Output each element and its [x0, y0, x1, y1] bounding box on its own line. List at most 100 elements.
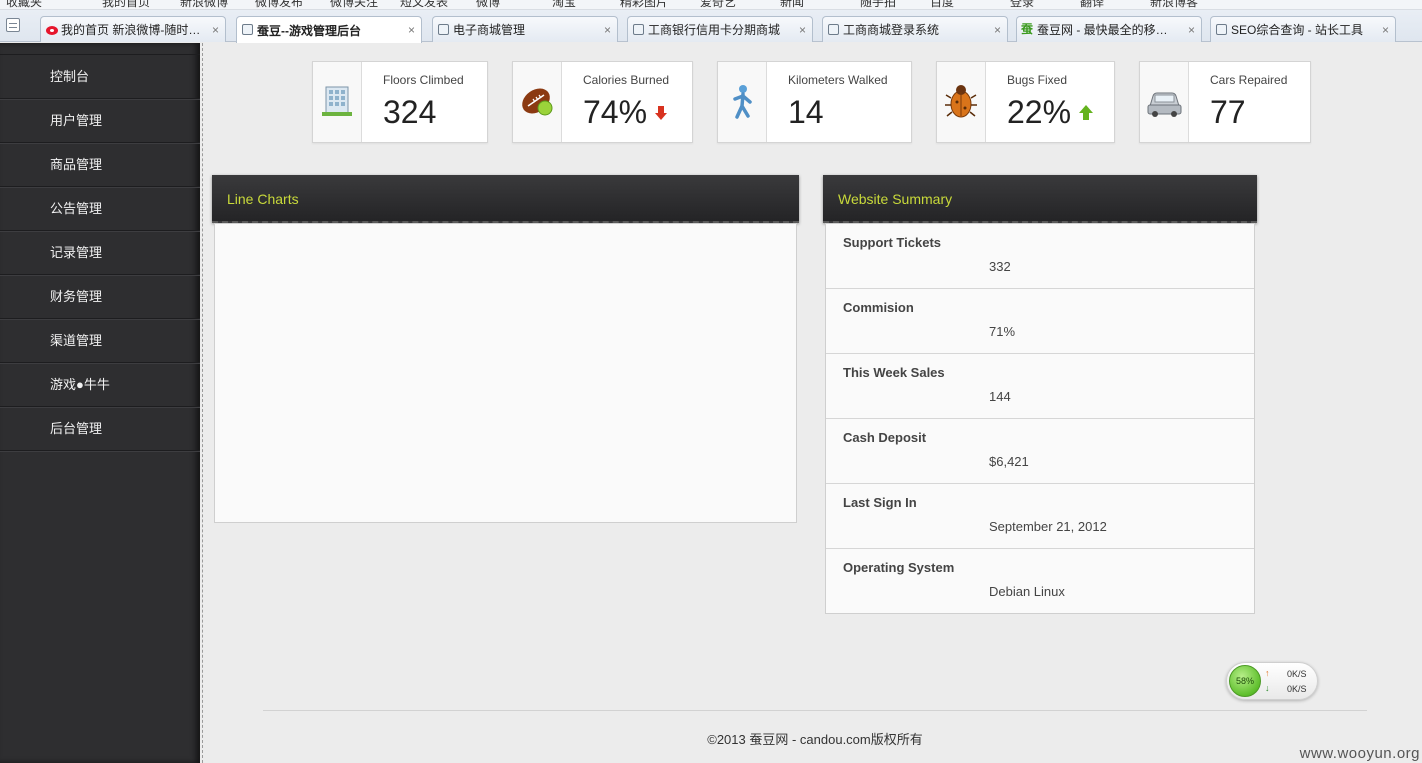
- stat-value: 324: [383, 94, 437, 130]
- sidebar-item-channels[interactable]: 渠道管理: [0, 319, 200, 363]
- tab-label: 工商商城登录系统: [843, 23, 940, 37]
- stat-box-cars: Cars Repaired 77: [1139, 61, 1311, 143]
- sidebar-item-game-niuniu[interactable]: 游戏●牛牛: [0, 363, 200, 407]
- page-icon: [242, 24, 253, 35]
- bookmark-item[interactable]: 我的首页: [102, 0, 150, 9]
- line-chart-area: [214, 223, 797, 523]
- bookmark-item[interactable]: 爱奇艺: [700, 0, 736, 9]
- sidebar-header: [0, 43, 200, 55]
- bookmark-item[interactable]: 随手拍: [860, 0, 896, 9]
- summary-value: September 21, 2012: [989, 519, 1107, 534]
- car-icon: [1147, 92, 1182, 117]
- stat-value: 22%: [1007, 94, 1072, 130]
- sidebar-item-records[interactable]: 记录管理: [0, 231, 200, 275]
- sidebar-item-products[interactable]: 商品管理: [0, 143, 200, 187]
- browser-tab[interactable]: 工商银行信用卡分期商城 ×: [627, 16, 813, 42]
- summary-value: 144: [989, 389, 1011, 404]
- bookmark-item[interactable]: 新浪博客: [1150, 0, 1198, 9]
- stat-box-floors: Floors Climbed 324: [312, 61, 488, 143]
- bookmark-item[interactable]: 百度: [930, 0, 954, 9]
- page-menu-icon[interactable]: [6, 18, 20, 32]
- browser-tab-active[interactable]: 蚕豆--游戏管理后台 ×: [236, 16, 422, 43]
- sidebar-item-users[interactable]: 用户管理: [0, 99, 200, 143]
- summary-label: This Week Sales: [843, 365, 945, 380]
- browser-tab[interactable]: 工商商城登录系统 ×: [822, 16, 1008, 42]
- website-summary-body: Support Tickets 332 Commision 71% This W…: [825, 223, 1255, 614]
- close-icon[interactable]: ×: [994, 23, 1001, 37]
- sidebar: 控制台 用户管理 商品管理 公告管理 记录管理 财务管理 渠道管理 游戏●牛牛 …: [0, 43, 200, 763]
- bookmark-item[interactable]: 微博: [476, 0, 500, 9]
- walker-icon: [733, 85, 752, 119]
- summary-label: Support Tickets: [843, 235, 942, 250]
- browser-tab[interactable]: 电子商城管理 ×: [432, 16, 618, 42]
- stat-box-kilometers: Kilometers Walked 14: [717, 61, 912, 143]
- stat-label: Floors Climbed: [383, 73, 464, 87]
- footer-divider: [263, 710, 1367, 711]
- tab-label: 蚕豆网 - 最快最全的移…: [1037, 23, 1168, 37]
- summary-value: 71%: [989, 324, 1016, 339]
- bookmark-item[interactable]: 翻译: [1080, 0, 1104, 9]
- upload-arrow-icon: ↑: [1265, 668, 1270, 678]
- summary-row: This Week Sales 144: [826, 354, 1254, 419]
- summary-row: Support Tickets 332: [826, 224, 1254, 289]
- sidebar-item-admin[interactable]: 后台管理: [0, 407, 200, 451]
- summary-row: Last Sign In September 21, 2012: [826, 484, 1254, 549]
- sidebar-item-finance[interactable]: 财务管理: [0, 275, 200, 319]
- bookmark-item[interactable]: 微博关注: [330, 0, 378, 9]
- close-icon[interactable]: ×: [799, 23, 806, 37]
- candou-icon: 蚕: [1021, 22, 1034, 36]
- tab-label: 电子商城管理: [453, 23, 526, 37]
- bug-icon: [945, 85, 977, 118]
- summary-value: 332: [989, 259, 1011, 274]
- footer-copyright: ©2013 蚕豆网 - candou.com版权所有: [707, 732, 923, 747]
- stat-label: Calories Burned: [583, 73, 670, 87]
- line-charts-header: Line Charts: [212, 175, 799, 223]
- page-icon: [1216, 24, 1227, 35]
- bookmark-item[interactable]: 登录: [1010, 0, 1034, 9]
- close-icon[interactable]: ×: [212, 23, 219, 37]
- close-icon[interactable]: ×: [604, 23, 611, 37]
- stat-value: 77: [1210, 94, 1246, 130]
- website-summary-header: Website Summary: [823, 175, 1257, 223]
- bookmarks-bar: 收藏夹 我的首页 新浪微博 微博发布 微博关注 短文发表 微博 淘宝 精彩图片 …: [0, 0, 1422, 10]
- panel-title: Website Summary: [838, 191, 953, 207]
- upload-rate: 0K/S: [1287, 669, 1307, 679]
- trend-down-icon: [655, 106, 667, 120]
- sidebar-item-announcements[interactable]: 公告管理: [0, 187, 200, 231]
- summary-row: Cash Deposit $6,421: [826, 419, 1254, 484]
- close-icon[interactable]: ×: [1188, 23, 1195, 37]
- summary-value: $6,421: [989, 454, 1029, 469]
- tab-label: 我的首页 新浪微博-随时…: [61, 23, 201, 37]
- tab-label: 工商银行信用卡分期商城: [648, 23, 781, 37]
- sidebar-item-dashboard[interactable]: 控制台: [0, 55, 200, 99]
- page-icon: [438, 24, 449, 35]
- football-icon: [522, 88, 553, 116]
- bookmark-item[interactable]: 微博发布: [255, 0, 303, 9]
- bookmark-item[interactable]: 新浪微博: [180, 0, 228, 9]
- summary-row: Commision 71%: [826, 289, 1254, 354]
- stat-label: Cars Repaired: [1210, 73, 1288, 87]
- browser-tab[interactable]: 蚕 蚕豆网 - 最快最全的移… ×: [1016, 16, 1202, 42]
- close-icon[interactable]: ×: [408, 23, 415, 37]
- tab-label: SEO综合查询 - 站长工具: [1231, 23, 1364, 37]
- summary-label: Commision: [843, 300, 914, 315]
- browser-tab-bar: 我的首页 新浪微博-随时… × 蚕豆--游戏管理后台 × 电子商城管理 × 工商…: [0, 10, 1422, 43]
- close-icon[interactable]: ×: [1382, 23, 1389, 37]
- tab-label: 蚕豆--游戏管理后台: [257, 23, 361, 38]
- page-icon: [828, 24, 839, 35]
- summary-row: Operating System Debian Linux: [826, 549, 1254, 614]
- bookmark-item[interactable]: 收藏夹: [6, 0, 42, 9]
- bookmark-item[interactable]: 淘宝: [552, 0, 576, 9]
- network-speed-widget[interactable]: 58% ↑ 0K/S ↓ 0K/S: [1226, 662, 1318, 700]
- stat-box-bugs: Bugs Fixed 22%: [936, 61, 1115, 143]
- browser-tab[interactable]: SEO综合查询 - 站长工具 ×: [1210, 16, 1396, 42]
- weibo-icon: [46, 24, 60, 36]
- bookmark-item[interactable]: 精彩图片: [620, 0, 668, 9]
- stat-value: 74%: [583, 94, 648, 130]
- browser-tab[interactable]: 我的首页 新浪微博-随时… ×: [40, 16, 226, 42]
- summary-label: Last Sign In: [843, 495, 917, 510]
- building-icon: [322, 86, 352, 116]
- bookmark-item[interactable]: 短文发表: [400, 0, 448, 9]
- bookmark-item[interactable]: 新闻: [780, 0, 804, 9]
- watermark: www.wooyun.org: [1299, 745, 1420, 762]
